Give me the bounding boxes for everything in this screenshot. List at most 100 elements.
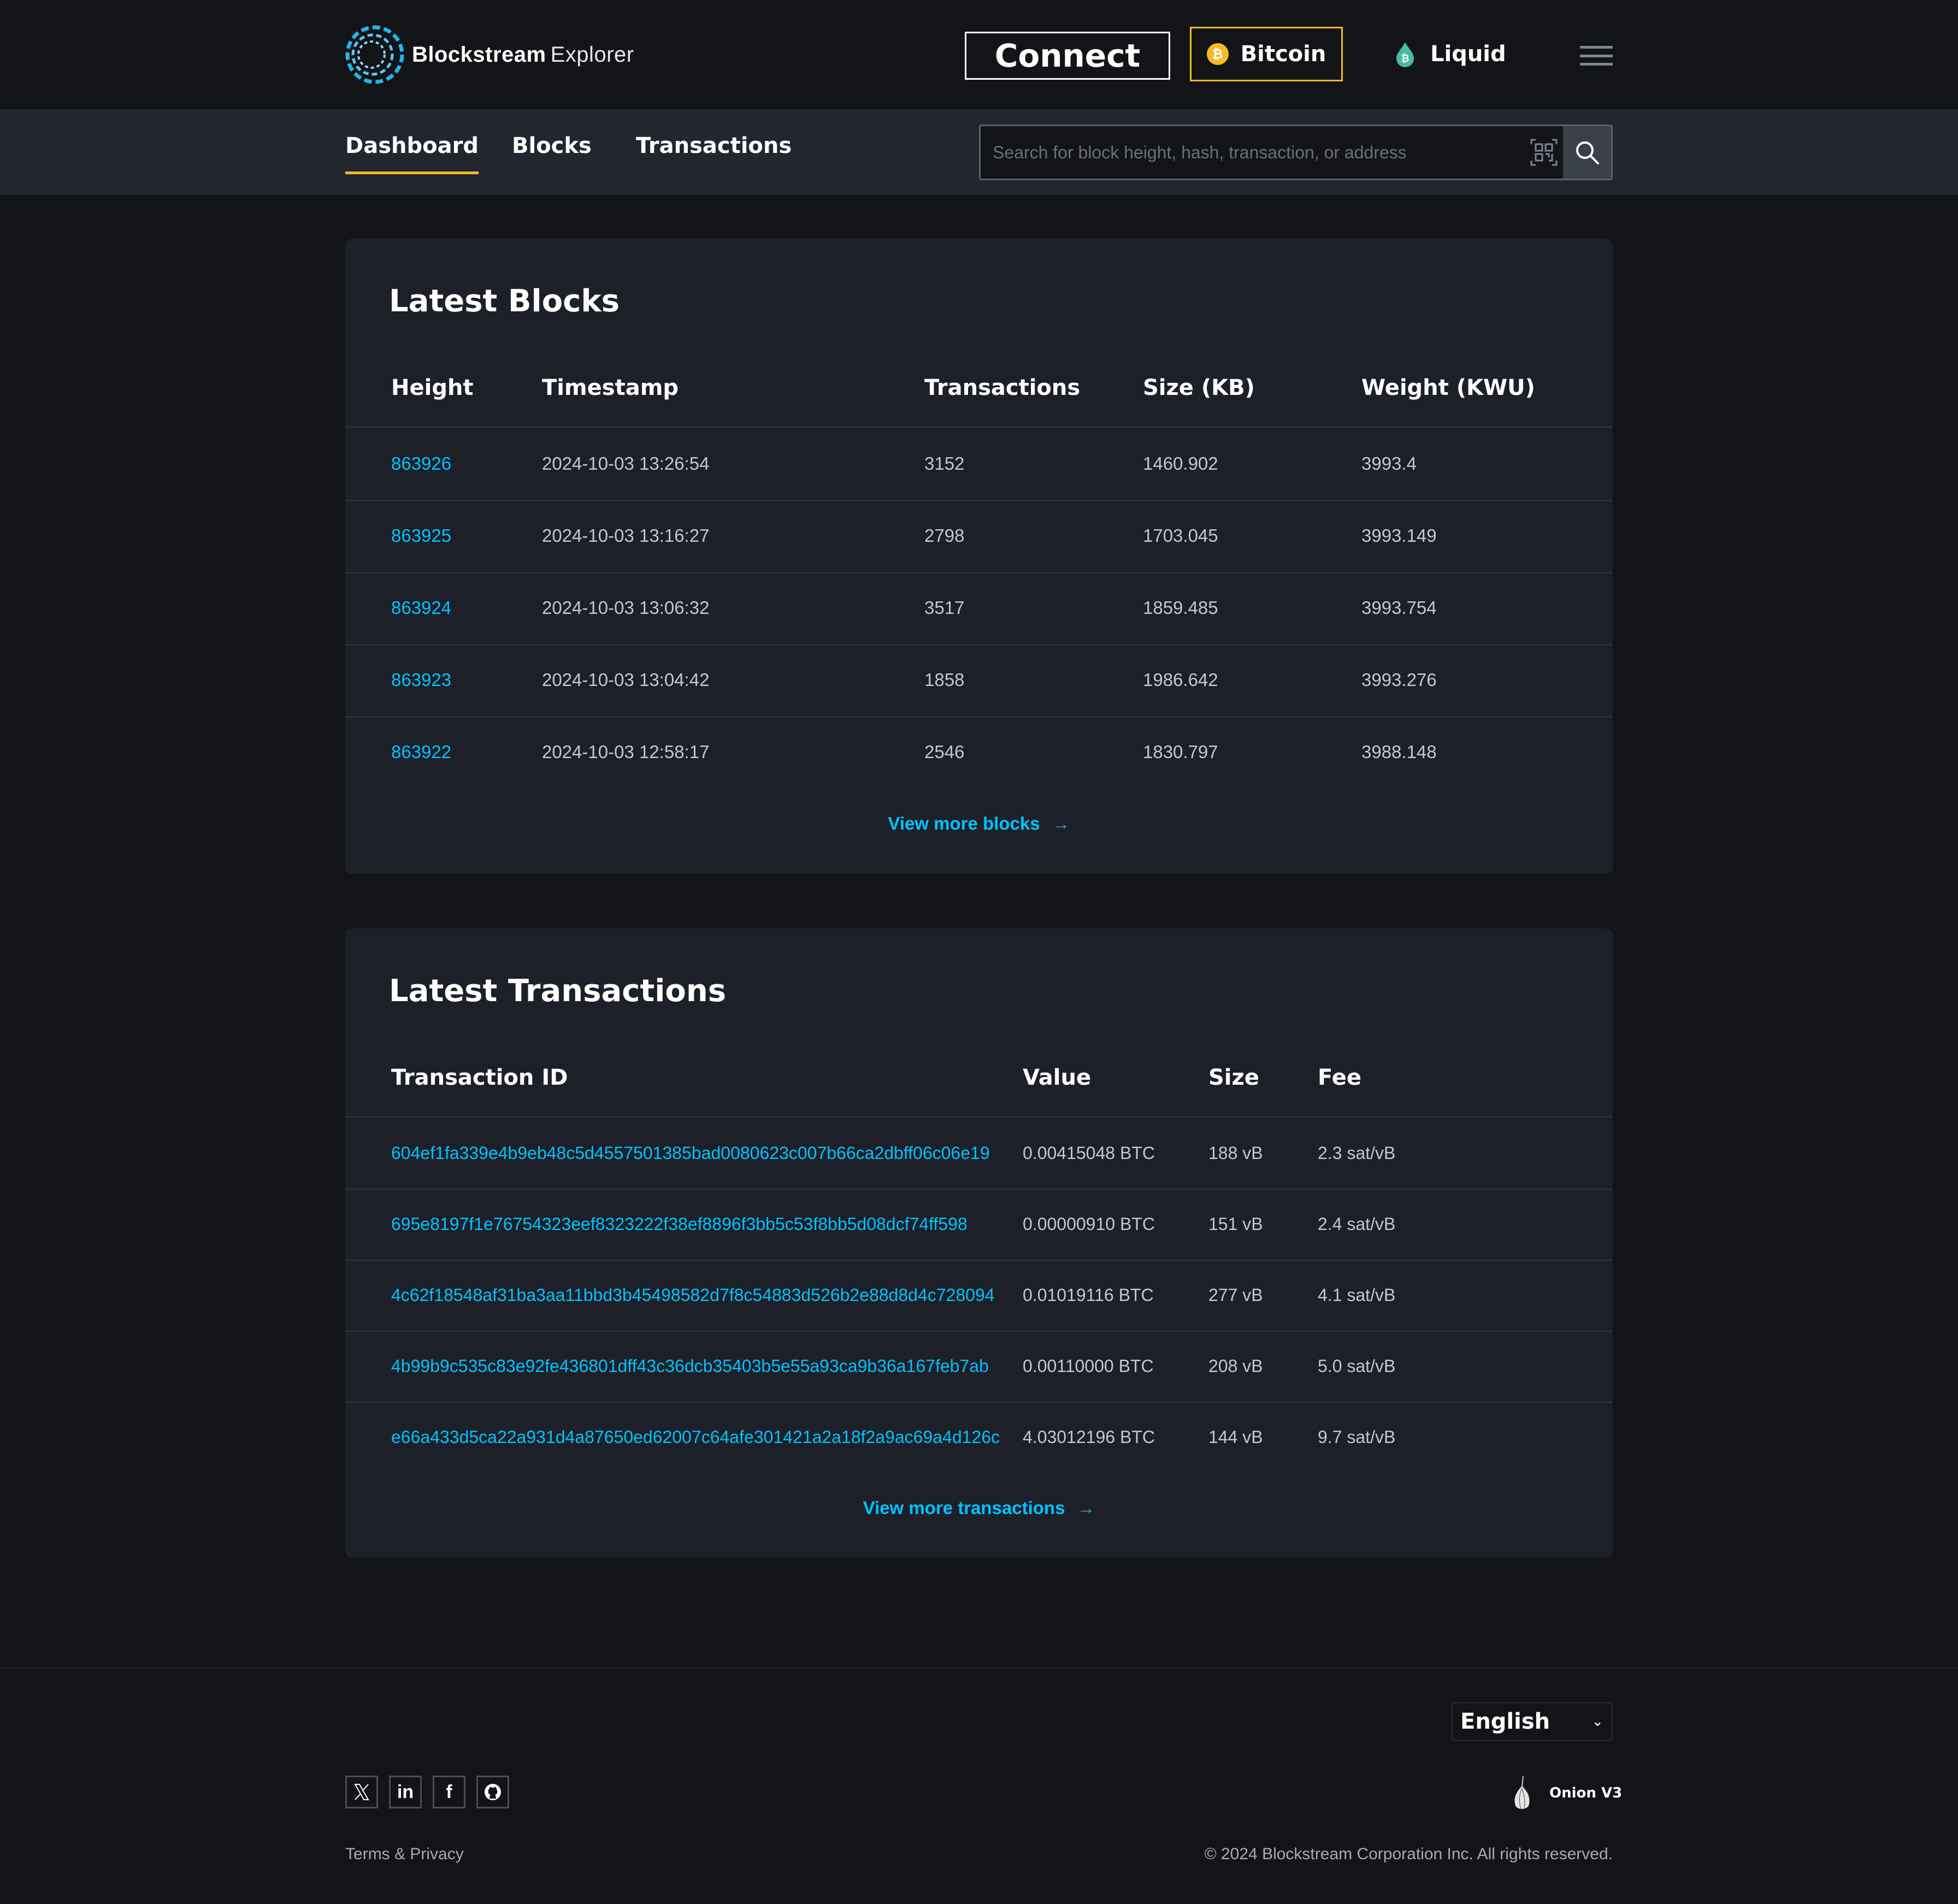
transaction-value: 0.00415048 BTC	[1023, 1143, 1155, 1163]
transaction-row: e66a433d5ca22a931d4a87650ed62007c64afe30…	[345, 1403, 1613, 1474]
view-more-transactions-label: View more transactions	[863, 1498, 1065, 1518]
transaction-fee: 2.4 sat/vB	[1318, 1214, 1396, 1234]
footer-divider	[0, 1667, 1958, 1669]
transaction-row: 695e8197f1e76754323eef8323222f38ef8896f3…	[345, 1190, 1613, 1261]
col-value: Value	[1023, 1065, 1092, 1090]
search-bar	[979, 125, 1613, 180]
latest-blocks-card: Latest Blocks Height Timestamp Transacti…	[345, 239, 1613, 874]
latest-transactions-title: Latest Transactions	[389, 973, 727, 1009]
block-height-link[interactable]: 863924	[391, 598, 451, 618]
view-more-blocks-link[interactable]: View more blocks →	[345, 813, 1613, 834]
x-link[interactable]	[345, 1776, 378, 1808]
latest-transactions-card: Latest Transactions Transaction ID Value…	[345, 929, 1613, 1558]
transaction-id-link[interactable]: 604ef1fa339e4b9eb48c5d4557501385bad00806…	[391, 1143, 990, 1163]
block-weight: 3993.276	[1361, 670, 1437, 690]
linkedin-link[interactable]: in	[389, 1776, 422, 1808]
transaction-id-link[interactable]: e66a433d5ca22a931d4a87650ed62007c64afe30…	[391, 1427, 1000, 1447]
search-button[interactable]	[1563, 126, 1611, 179]
arrow-right-icon: →	[1052, 813, 1070, 833]
block-weight: 3993.754	[1361, 598, 1437, 618]
block-height-link[interactable]: 863926	[391, 453, 451, 474]
col-transactions: Transactions	[924, 375, 1081, 400]
network-bitcoin-button[interactable]: ₿ Bitcoin	[1190, 27, 1343, 81]
brand-logo[interactable]: Blockstream Explorer	[344, 24, 634, 85]
block-timestamp: 2024-10-03 12:58:17	[542, 742, 710, 762]
col-weight: Weight (KWU)	[1361, 375, 1535, 400]
block-row: 863924 2024-10-03 13:06:32 3517 1859.485 399…	[345, 573, 1613, 646]
top-header: Blockstream Explorer Connect ₿ Bitcoin ₿ …	[0, 0, 1958, 109]
col-size: Size	[1208, 1065, 1259, 1090]
block-height-link[interactable]: 863925	[391, 525, 451, 546]
brand-name-bold: Blockstream	[412, 42, 546, 67]
search-icon	[1576, 141, 1599, 164]
block-row: 863922 2024-10-03 12:58:17 2546 1830.797 398…	[345, 718, 1613, 790]
block-tx-count: 3152	[924, 453, 965, 474]
latest-blocks-title: Latest Blocks	[389, 283, 620, 319]
connect-button[interactable]: Connect	[965, 32, 1170, 80]
brand-name-light: Explorer	[550, 42, 634, 67]
network-bitcoin-label: Bitcoin	[1240, 42, 1326, 67]
block-tx-count: 1858	[924, 670, 965, 690]
block-timestamp: 2024-10-03 13:16:27	[542, 525, 710, 546]
block-weight: 3988.148	[1361, 742, 1437, 762]
tab-dashboard[interactable]: Dashboard	[345, 133, 479, 174]
block-row: 863925 2024-10-03 13:16:27 2798 1703.045 399…	[345, 501, 1613, 573]
transaction-fee: 4.1 sat/vB	[1318, 1285, 1396, 1305]
view-more-transactions-link[interactable]: View more transactions →	[345, 1498, 1613, 1518]
transaction-size: 188 vB	[1208, 1143, 1263, 1163]
transaction-value: 4.03012196 BTC	[1023, 1427, 1155, 1447]
block-size: 1703.045	[1143, 525, 1218, 546]
block-tx-count: 3517	[924, 598, 965, 618]
transaction-row: 4b99b9c535c83e92fe436801dff43c36dcb35403…	[345, 1332, 1613, 1403]
transaction-value: 0.01019116 BTC	[1023, 1285, 1154, 1305]
transaction-fee: 9.7 sat/vB	[1318, 1427, 1396, 1447]
view-more-blocks-label: View more blocks	[888, 813, 1040, 833]
transaction-id-link[interactable]: 4b99b9c535c83e92fe436801dff43c36dcb35403…	[391, 1356, 989, 1376]
terms-privacy-link[interactable]: Terms & Privacy	[345, 1845, 464, 1864]
github-icon	[485, 1784, 501, 1800]
qr-code-button[interactable]	[1525, 126, 1563, 179]
block-weight: 3993.149	[1361, 525, 1437, 546]
block-height-link[interactable]: 863923	[391, 670, 451, 690]
block-weight: 3993.4	[1361, 453, 1417, 474]
col-transaction-id: Transaction ID	[391, 1065, 568, 1090]
transaction-size: 144 vB	[1208, 1427, 1263, 1447]
block-size: 1460.902	[1143, 453, 1218, 474]
block-size: 1859.485	[1143, 598, 1218, 618]
onion-icon	[1514, 1776, 1530, 1810]
block-size: 1986.642	[1143, 670, 1218, 690]
blocks-table-header: Height Timestamp Transactions Size (KB) …	[345, 375, 1613, 428]
tab-blocks[interactable]: Blocks	[512, 133, 592, 172]
github-link[interactable]	[476, 1776, 509, 1808]
language-select[interactable]: English ⌄	[1451, 1702, 1613, 1741]
col-fee: Fee	[1318, 1065, 1361, 1090]
transaction-id-link[interactable]: 4c62f18548af31ba3aa11bbd3b45498582d7f8c5…	[391, 1285, 995, 1305]
transaction-size: 277 vB	[1208, 1285, 1263, 1305]
liquid-drop-icon: ₿	[1396, 42, 1414, 67]
svg-text:₿: ₿	[1401, 53, 1409, 64]
brand-name: Blockstream Explorer	[412, 43, 634, 67]
block-timestamp: 2024-10-03 13:06:32	[542, 598, 710, 618]
search-input[interactable]	[981, 126, 1525, 179]
block-height-link[interactable]: 863922	[391, 742, 451, 762]
col-height: Height	[391, 375, 474, 400]
tab-transactions[interactable]: Transactions	[636, 133, 792, 172]
network-liquid-button[interactable]: ₿ Liquid	[1393, 27, 1513, 81]
transaction-fee: 2.3 sat/vB	[1318, 1143, 1396, 1163]
transaction-row: 4c62f18548af31ba3aa11bbd3b45498582d7f8c5…	[345, 1261, 1613, 1332]
facebook-link[interactable]: f	[433, 1776, 465, 1808]
x-icon	[354, 1784, 369, 1800]
hamburger-menu-icon[interactable]	[1580, 46, 1613, 66]
transactions-table-header: Transaction ID Value Size Fee	[345, 1065, 1613, 1117]
blockstream-logo-icon	[345, 25, 404, 84]
linkedin-icon: in	[397, 1781, 414, 1802]
qr-code-icon	[1530, 139, 1558, 166]
transaction-id-link[interactable]: 695e8197f1e76754323eef8323222f38ef8896f3…	[391, 1214, 968, 1234]
block-timestamp: 2024-10-03 13:04:42	[542, 670, 710, 690]
onion-v3-link[interactable]: Onion V3	[1512, 1775, 1622, 1811]
copyright-text: © 2024 Blockstream Corporation Inc. All …	[1204, 1845, 1613, 1863]
col-size: Size (KB)	[1143, 375, 1255, 400]
chevron-down-icon: ⌄	[1591, 1713, 1603, 1730]
col-timestamp: Timestamp	[542, 375, 679, 400]
arrow-right-icon: →	[1077, 1498, 1095, 1518]
